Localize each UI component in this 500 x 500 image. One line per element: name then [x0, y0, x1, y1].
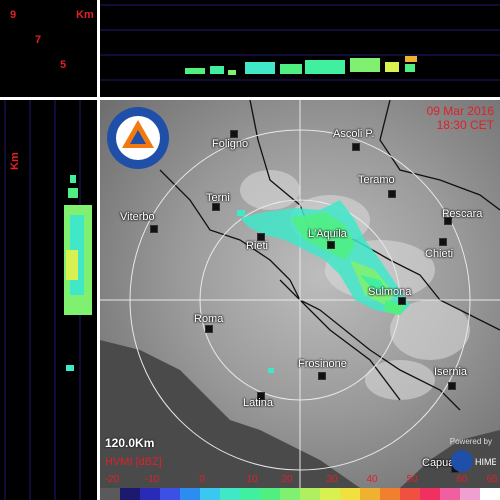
- legend-ticks: -20 -10 0 10 20 30 40 50 60 65: [100, 474, 500, 488]
- city-marker-isernia: [448, 382, 456, 390]
- city-marker-roma: [205, 325, 213, 333]
- legend-swatch: [380, 488, 400, 500]
- legend-tick-label: 60: [456, 474, 468, 485]
- city-marker-ascoli: [352, 143, 360, 151]
- left-cross-section-panel: Km: [0, 100, 97, 500]
- city-marker-frosinone: [318, 372, 326, 380]
- legend-swatch: [460, 488, 480, 500]
- city-marker-foligno: [230, 130, 238, 138]
- legend-swatch: [280, 488, 300, 500]
- city-marker-viterbo: [150, 225, 158, 233]
- legend-swatch: [300, 488, 320, 500]
- legend-swatch: [420, 488, 440, 500]
- brand-text: HIMET: [475, 457, 496, 467]
- legend-swatch: [240, 488, 260, 500]
- legend-swatch: [360, 488, 380, 500]
- city-label-frosinone: Frosinone: [298, 358, 347, 370]
- product-label: HVMI [dBZ]: [105, 456, 162, 468]
- legend-swatch: [200, 488, 220, 500]
- top-cross-section-panel: 9 7 5 Km: [0, 0, 500, 97]
- city-label-terni: Terni: [206, 192, 230, 204]
- city-label-foligno: Foligno: [212, 138, 249, 150]
- legend-tick-label: 65: [486, 474, 498, 485]
- legend-tick-label: 10: [246, 474, 258, 485]
- city-label-pescara: Pescara: [442, 208, 483, 220]
- legend-swatch: [120, 488, 140, 500]
- datetime-label: 09 Mar 2016 18:30 CET: [427, 104, 494, 132]
- city-label-viterbo: Viterbo: [120, 211, 155, 223]
- legend-swatch: [180, 488, 200, 500]
- city-label-roma: Roma: [194, 313, 224, 325]
- legend-tick-label: 0: [199, 474, 205, 485]
- legend-swatch: [340, 488, 360, 500]
- legend-tick-label: 50: [406, 474, 418, 485]
- legend-swatch: [480, 488, 500, 500]
- city-label-ascoli: Ascoli P.: [333, 128, 375, 140]
- left-echo-profile: [4, 100, 92, 500]
- city-marker-sulmona: [398, 297, 406, 305]
- legend-tick-label: 40: [366, 474, 378, 485]
- powered-by-label: Powered by: [449, 437, 492, 446]
- city-label-isernia: Isernia: [434, 366, 468, 378]
- reflectivity-legend: [100, 488, 500, 500]
- time-text: 18:30 CET: [436, 118, 494, 132]
- range-label: 120.0Km: [105, 436, 155, 450]
- legend-swatch: [100, 488, 120, 500]
- himet-logo: HIMET: [451, 450, 496, 472]
- date-text: 09 Mar 2016: [426, 104, 494, 118]
- city-label-laquila: L'Aquila: [308, 228, 347, 240]
- city-marker-teramo: [388, 190, 396, 198]
- city-marker-laquila: [327, 241, 335, 249]
- legend-swatch: [140, 488, 160, 500]
- city-marker-chieti: [439, 238, 447, 246]
- radar-map[interactable]: 09 Mar 2016 18:30 CET Foligno Ascoli P. …: [100, 100, 500, 488]
- city-label-latina: Latina: [243, 397, 273, 409]
- city-label-teramo: Teramo: [358, 174, 395, 186]
- city-label-chieti: Chieti: [425, 248, 454, 260]
- legend-tick-label: -20: [104, 474, 120, 485]
- legend-tick-label: 20: [281, 474, 293, 485]
- top-echo-profile: [100, 4, 500, 81]
- legend-swatch: [440, 488, 460, 500]
- civil-protection-logo: [107, 107, 169, 169]
- legend-swatch: [260, 488, 280, 500]
- legend-tick-label: 30: [326, 474, 338, 485]
- legend-swatch: [400, 488, 420, 500]
- city-label-rieti: Rieti: [246, 240, 269, 252]
- city-marker-terni: [212, 203, 220, 211]
- legend-swatch: [320, 488, 340, 500]
- legend-tick-label: -10: [144, 474, 160, 485]
- legend-swatch: [160, 488, 180, 500]
- city-label-sulmona: Sulmona: [368, 286, 412, 298]
- legend-swatch: [220, 488, 240, 500]
